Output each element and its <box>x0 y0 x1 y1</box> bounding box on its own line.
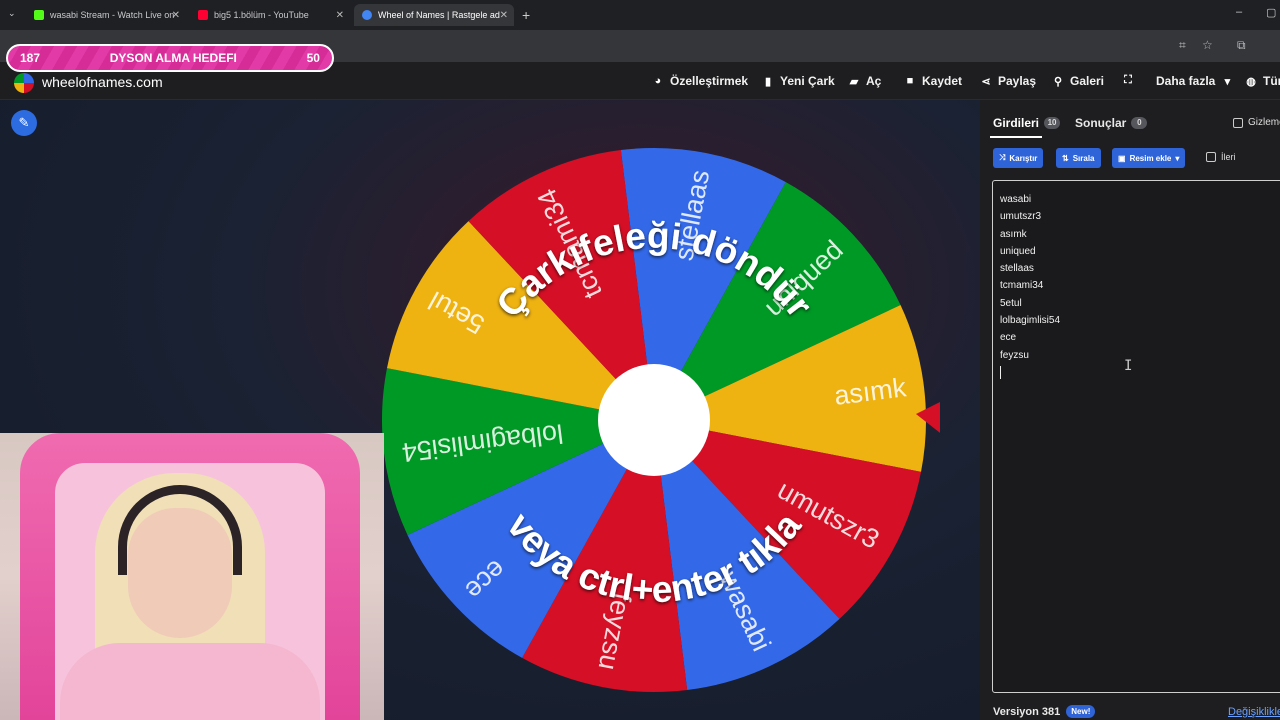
palette-icon: ◕ <box>654 75 662 87</box>
checkbox-icon <box>1233 117 1243 128</box>
nav-label: Yeni Çark <box>780 74 835 88</box>
nav-customize-button[interactable]: ◕ Özelleştirmek <box>652 74 748 88</box>
webcam-overlay <box>0 433 384 720</box>
entry-line: lolbagimlisi54 <box>1000 315 1061 327</box>
nav-label: Aç <box>866 74 882 88</box>
changes-link[interactable]: Değişiklikler <box>1228 706 1280 718</box>
version-label: Versiyon 381 <box>993 705 1061 718</box>
browser-tab-kick[interactable]: wasabi Stream - Watch Live on ✕ <box>26 4 186 26</box>
shuffle-label: Karıştır <box>1009 153 1038 163</box>
bookmark-star-icon[interactable]: ☆ <box>1202 38 1213 52</box>
share-icon: ⋖ <box>981 75 991 88</box>
nav-label: Galeri <box>1070 74 1105 88</box>
entry-line: uniqued <box>1000 245 1036 257</box>
tab-entries-label: Girdileri <box>993 116 1040 130</box>
checkbox-icon <box>1206 152 1216 162</box>
tab-entries[interactable]: Girdileri 10 <box>993 116 1061 130</box>
sort-icon: ⇅ <box>1062 153 1069 163</box>
tab-close-icon[interactable]: ✕ <box>172 10 180 21</box>
extensions-icon[interactable]: ⧉ <box>1237 38 1246 53</box>
entry-line: feyzsu <box>1000 349 1029 361</box>
add-image-label: Resim ekle <box>1129 153 1172 163</box>
text-caret <box>1000 365 1001 379</box>
nav-label: Tür <box>1263 74 1280 88</box>
entry-line: umutszr3 <box>1000 211 1042 223</box>
chevron-down-icon: ▾ <box>1224 75 1231 88</box>
nav-gallery-button[interactable]: ⚲ Galeri <box>1052 74 1104 88</box>
image-icon: ▣ <box>1118 153 1126 163</box>
goal-current: 187 <box>20 51 41 65</box>
search-icon: ⚲ <box>1053 75 1063 88</box>
advanced-checkbox[interactable]: İleri <box>1206 152 1236 162</box>
streamer-sweater <box>60 643 320 720</box>
nav-language-button[interactable]: ◍ Tür <box>1245 74 1280 88</box>
file-icon: ▮ <box>764 75 772 88</box>
nav-share-button[interactable]: ⋖ Paylaş <box>980 74 1036 88</box>
maximize-icon[interactable]: ▢ <box>1266 6 1276 19</box>
nav-label: Özelleştirmek <box>670 74 749 88</box>
entry-line: asımk <box>1000 228 1027 240</box>
tab-list-chevron-icon[interactable]: ⌄ <box>8 8 16 19</box>
browser-tab-youtube[interactable]: big5 1.bölüm - YouTube ✕ <box>190 4 350 26</box>
tab-close-icon[interactable]: ✕ <box>336 10 344 21</box>
wheel-center-hub[interactable] <box>598 364 710 476</box>
entry-line: ece <box>1000 332 1017 344</box>
tab-title: big5 1.bölüm - YouTube <box>214 10 309 20</box>
tab-results-label: Sonuçlar <box>1075 116 1127 130</box>
spin-wheel[interactable]: stellaasuniquedasımkumutszr3wasabifeyzsu… <box>380 130 940 710</box>
tab-results[interactable]: Sonuçlar 0 <box>1075 116 1148 130</box>
entries-count-badge: 10 <box>1044 117 1061 129</box>
tab-title: wasabi Stream - Watch Live on <box>50 10 175 20</box>
browser-tab-bar: ⌄ wasabi Stream - Watch Live on ✕ big5 1… <box>0 0 1280 30</box>
add-image-button[interactable]: ▣ Resim ekle ▾ <box>1112 148 1186 168</box>
entries-textarea[interactable]: wasabi umutszr3 asımk uniqued stellaas t… <box>992 180 1280 693</box>
nav-label: Paylaş <box>998 74 1037 88</box>
nav-label: Daha fazla <box>1156 74 1216 88</box>
globe-icon: ◍ <box>1246 75 1256 88</box>
entry-line: tcmami34 <box>1000 280 1044 292</box>
youtube-favicon-icon <box>198 10 208 20</box>
nav-new-wheel-button[interactable]: ▮ Yeni Çark <box>762 74 835 88</box>
tab-close-icon[interactable]: ✕ <box>500 10 508 21</box>
new-tab-button[interactable]: + <box>522 7 530 23</box>
shuffle-icon: ⤨ <box>999 153 1006 162</box>
new-badge: New! <box>1066 705 1096 718</box>
wheel-favicon-icon <box>362 10 372 20</box>
kick-favicon-icon <box>34 10 44 20</box>
nav-fullscreen-button[interactable]: ⛶ <box>1122 74 1134 87</box>
browser-tab-wheelofnames[interactable]: Wheel of Names | Rastgele ad ✕ <box>354 4 514 26</box>
entry-line: stellaas <box>1000 263 1034 275</box>
nav-save-button[interactable]: ■ Kaydet <box>904 74 962 88</box>
site-name[interactable]: wheelofnames.com <box>42 74 163 90</box>
sort-label: Sırala <box>1072 153 1095 163</box>
entry-line: wasabi <box>1000 194 1032 205</box>
nav-label: Kaydet <box>922 74 963 88</box>
hide-checkbox[interactable]: Gizleme <box>1233 117 1280 128</box>
tab-title: Wheel of Names | Rastgele ad <box>378 10 500 20</box>
folder-icon: ▰ <box>849 75 859 88</box>
fullscreen-icon: ⛶ <box>1124 74 1132 86</box>
sort-button[interactable]: ⇅ Sırala <box>1056 148 1101 168</box>
chevron-down-icon: ▾ <box>1175 153 1180 163</box>
nav-more-button[interactable]: Daha fazla ▾ <box>1156 74 1233 88</box>
save-icon: ■ <box>906 75 914 87</box>
hide-label: Gizleme <box>1248 117 1280 128</box>
stream-goal-banner: 187 DYSON ALMA HEDEFI 50 <box>6 44 334 72</box>
translate-icon[interactable]: ⌗ <box>1179 38 1186 53</box>
results-count-badge: 0 <box>1131 117 1148 129</box>
edit-pencil-icon[interactable]: ✎ <box>11 110 37 136</box>
goal-target: 50 <box>306 51 320 65</box>
text-cursor-icon: I <box>1124 358 1133 374</box>
wheelofnames-logo-icon[interactable] <box>14 73 34 93</box>
active-tab-underline <box>990 136 1042 138</box>
version-info: Versiyon 381 New! <box>993 705 1096 718</box>
screen: ⌄ wasabi Stream - Watch Live on ✕ big5 1… <box>0 0 1280 720</box>
minimize-icon[interactable]: – <box>1236 6 1242 18</box>
shuffle-button[interactable]: ⤨ Karıştır <box>993 148 1044 168</box>
goal-label: DYSON ALMA HEDEFI <box>109 51 237 65</box>
nav-open-button[interactable]: ▰ Aç <box>848 74 882 88</box>
entry-line: 5etul <box>1000 297 1022 309</box>
advanced-label: İleri <box>1221 152 1236 162</box>
